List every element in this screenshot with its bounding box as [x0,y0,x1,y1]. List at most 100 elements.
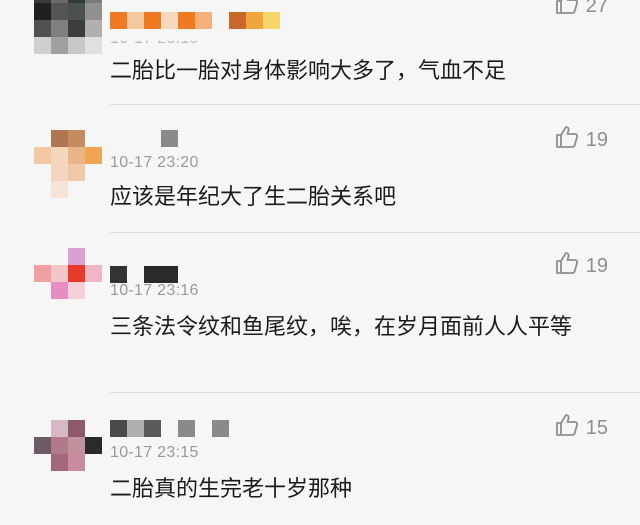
username-mosaic [161,12,178,29]
avatar-pixel [51,37,68,54]
username-mosaic [161,420,178,437]
avatar-pixel [68,265,85,282]
avatar-pixel [51,265,68,282]
comment-time: 10-17 23:20 [110,154,199,171]
avatar-pixel [85,420,102,437]
username[interactable] [110,12,280,32]
thumbs-up-icon [554,124,580,156]
username-mosaic [144,12,161,29]
username-mosaic [161,266,178,283]
avatar-pixel [34,265,51,282]
avatar-pixel [68,299,85,316]
avatar-pixel [34,164,51,181]
avatar-pixel [85,248,102,265]
like-count: 19 [585,254,608,277]
avatar-pixel [34,181,51,198]
avatar-pixel [51,181,68,198]
avatar-pixel [68,130,85,147]
like-button[interactable]: 27 [554,0,608,22]
username-mosaic [263,12,280,29]
avatar-pixel [68,3,85,20]
username-mosaic [195,420,212,437]
like-button[interactable]: 19 [554,250,608,282]
thumbs-up-icon [554,250,580,282]
avatar-pixel [34,147,51,164]
avatar-pixel [34,299,51,316]
avatar-pixel [68,20,85,37]
username-mosaic [178,420,195,437]
avatar-pixel [34,437,51,454]
avatar-pixel [51,420,68,437]
avatar-pixel [85,282,102,299]
username-mosaic [144,420,161,437]
username-mosaic [127,266,144,283]
like-count: 27 [585,0,608,17]
username-mosaic [229,12,246,29]
avatar-pixel [34,471,51,488]
avatar-pixel [51,147,68,164]
avatar-pixel [85,471,102,488]
avatar-pixel [85,437,102,454]
comment-time: 10-17 23:15 [110,444,199,461]
like-count: 15 [585,416,608,439]
avatar-pixel [51,248,68,265]
thumbs-up-icon [554,412,580,444]
thumbs-up-icon [554,0,580,22]
divider [110,392,640,393]
avatar[interactable] [34,420,102,488]
username-mosaic [144,266,161,283]
comment-text: 三条法令纹和鱼尾纹，唉，在岁月面前人人平等 [110,315,573,340]
avatar-pixel [68,181,85,198]
avatar-pixel [85,164,102,181]
username-mosaic [110,266,127,283]
username-mosaic [110,12,127,29]
username-mosaic [195,12,212,29]
avatar-pixel [51,164,68,181]
avatar[interactable] [34,0,102,54]
avatar-pixel [34,248,51,265]
avatar-pixel [85,147,102,164]
avatar-pixel [85,454,102,471]
comment-text: 二胎比一胎对身体影响大多了，气血不足 [110,59,507,84]
comment-time: 10-17 23:16 [110,282,199,299]
avatar-pixel [51,282,68,299]
avatar-pixel [34,20,51,37]
like-button[interactable]: 15 [554,412,608,444]
username-mosaic [161,130,178,147]
avatar-pixel [34,3,51,20]
username-mosaic [110,130,127,147]
avatar-pixel [34,454,51,471]
comment-text: 应该是年纪大了生二胎关系吧 [110,185,397,210]
avatar-pixel [51,130,68,147]
avatar-pixel [85,37,102,54]
avatar-pixel [68,471,85,488]
avatar-pixel [85,3,102,20]
avatar-pixel [51,437,68,454]
like-count: 19 [585,128,608,151]
username[interactable] [110,130,178,150]
avatar-pixel [68,282,85,299]
username[interactable] [110,420,229,440]
username-mosaic [178,12,195,29]
avatar-pixel [85,299,102,316]
username-mosaic [127,420,144,437]
divider [110,104,640,105]
avatar-pixel [85,181,102,198]
avatar-pixel [68,420,85,437]
username-mosaic [110,420,127,437]
username-mosaic [144,130,161,147]
username-mosaic [246,12,263,29]
avatar-pixel [68,164,85,181]
avatar[interactable] [34,248,102,316]
avatar-pixel [85,20,102,37]
avatar-pixel [85,130,102,147]
like-button[interactable]: 19 [554,124,608,156]
avatar-pixel [34,282,51,299]
avatar-pixel [68,248,85,265]
avatar-pixel [51,471,68,488]
avatar-pixel [34,130,51,147]
avatar[interactable] [34,130,102,198]
avatar-pixel [85,265,102,282]
avatar-pixel [68,147,85,164]
avatar-pixel [51,299,68,316]
